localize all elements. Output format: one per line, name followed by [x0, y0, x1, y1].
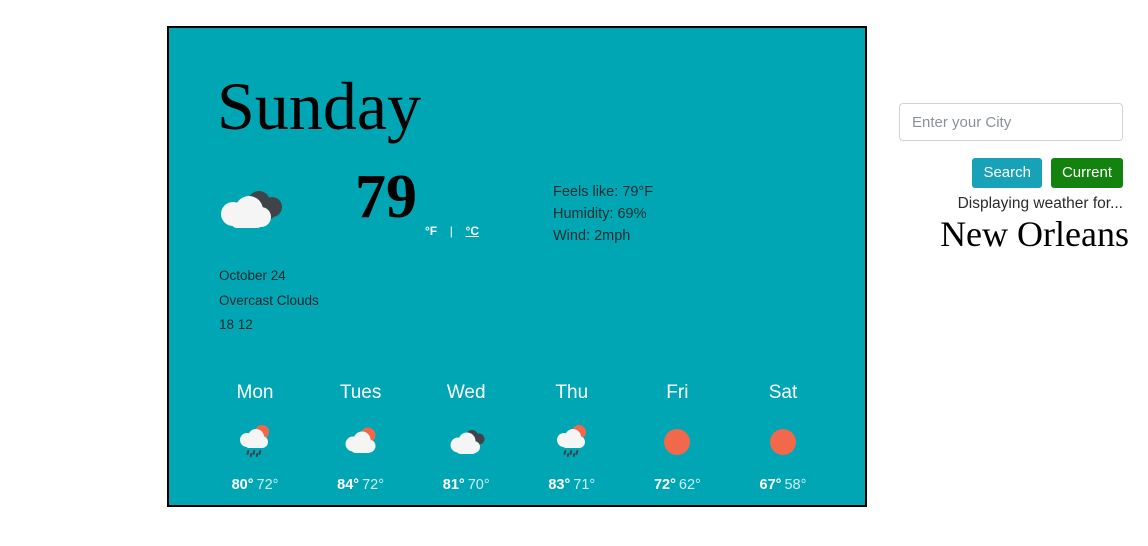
- forecast-temps: 84° 72°: [311, 478, 411, 493]
- forecast-high: 72°: [653, 477, 676, 493]
- forecast-low: 71°: [573, 477, 596, 493]
- app-root: Sunday 79 °F | °C Feels like: 79°F Humid…: [0, 0, 1148, 546]
- sun-cloud-rain-icon: [522, 420, 622, 464]
- forecast-day-wed: Wed 81° 70°: [416, 383, 516, 493]
- overcast-clouds-icon: [416, 420, 516, 464]
- forecast-day-label: Tues: [339, 382, 382, 403]
- displaying-label: Displaying weather for...: [957, 195, 1123, 212]
- city-search-input[interactable]: [899, 103, 1123, 141]
- forecast-day-tues: Tues 84° 72°: [311, 383, 411, 493]
- forecast-low: 58°: [784, 477, 807, 493]
- humidity-text: Humidity: 69%: [553, 206, 647, 222]
- forecast-day-label: Mon: [236, 382, 274, 403]
- date-text: October 24: [219, 268, 286, 283]
- forecast-temps: 81° 70°: [416, 478, 516, 493]
- search-button[interactable]: Search: [972, 158, 1042, 188]
- forecast-day-mon: Mon 80° 72°: [205, 383, 305, 493]
- unit-celsius-link[interactable]: °C: [466, 224, 479, 238]
- forecast-high: 81°: [442, 477, 465, 493]
- forecast-low: 70°: [467, 477, 490, 493]
- weather-card: Sunday 79 °F | °C Feels like: 79°F Humid…: [167, 26, 867, 507]
- forecast-row: Mon 80° 72° Tues 84° 72° Wed 81° 70° Thu…: [205, 383, 833, 493]
- forecast-temps: 80° 72°: [205, 478, 305, 493]
- forecast-high: 84°: [337, 477, 360, 493]
- current-conditions: 79 °F | °C Feels like: 79°F Humidity: 69…: [217, 166, 827, 244]
- sun-icon: [627, 420, 727, 464]
- city-name: New Orleans: [940, 214, 1129, 254]
- wind-text: Wind: 2mph: [553, 228, 631, 244]
- search-button-row: Search Current: [899, 158, 1131, 188]
- forecast-day-sat: Sat 67° 58°: [733, 383, 833, 493]
- forecast-low: 62°: [678, 477, 701, 493]
- weather-meta: October 24 Overcast Clouds 18 12: [219, 264, 319, 338]
- feels-like-text: Feels like: 79°F: [553, 184, 654, 200]
- forecast-day-label: Wed: [446, 382, 486, 403]
- sun-cloud-rain-icon: [205, 420, 305, 464]
- forecast-day-thu: Thu 83° 71°: [522, 383, 622, 493]
- current-temperature: 79: [355, 163, 417, 231]
- extra-text: 18 12: [219, 317, 253, 332]
- page-title: Sunday: [217, 68, 421, 144]
- forecast-low: 72°: [256, 477, 279, 493]
- forecast-low: 72°: [362, 477, 385, 493]
- search-panel: Search Current Displaying weather for...…: [899, 103, 1131, 254]
- sun-icon: [733, 420, 833, 464]
- current-details: Feels like: 79°F Humidity: 69% Wind: 2mp…: [553, 181, 653, 247]
- current-location-button[interactable]: Current: [1050, 158, 1123, 188]
- forecast-temps: 83° 71°: [522, 478, 622, 493]
- forecast-day-label: Sat: [768, 382, 798, 403]
- overcast-clouds-icon: [217, 188, 289, 236]
- unit-toggle: °F | °C: [425, 223, 479, 238]
- forecast-high: 83°: [548, 477, 571, 493]
- forecast-high: 67°: [759, 477, 782, 493]
- sun-cloud-icon: [311, 420, 411, 464]
- unit-fahrenheit-link[interactable]: °F: [425, 224, 437, 238]
- forecast-temps: 67° 58°: [733, 478, 833, 493]
- forecast-high: 80°: [231, 477, 254, 493]
- forecast-day-label: Fri: [666, 382, 689, 403]
- forecast-day-fri: Fri 72° 62°: [627, 383, 727, 493]
- unit-separator: |: [449, 224, 453, 238]
- description-text: Overcast Clouds: [219, 292, 319, 308]
- forecast-day-label: Thu: [555, 382, 589, 403]
- forecast-temps: 72° 62°: [627, 478, 727, 493]
